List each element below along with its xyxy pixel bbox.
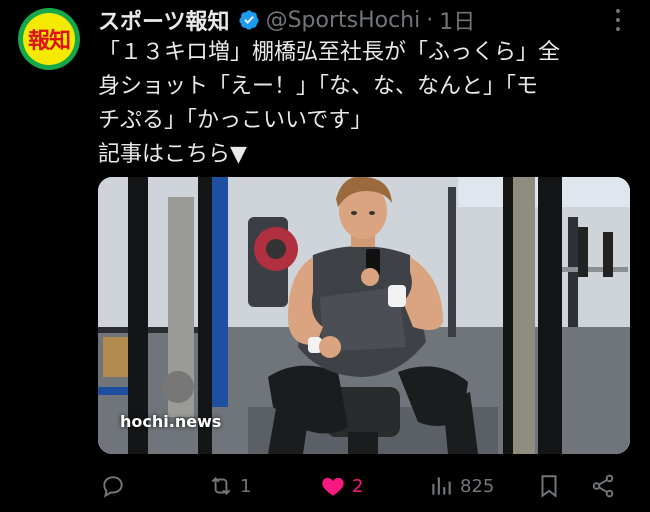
tweet-text: 「１３キロ増」棚橋弘至社長が「ふっくら」全 身ショット「えー！」「な、な、なんと… bbox=[98, 36, 638, 172]
tweet-text-line[interactable]: 記事はこちら▼ bbox=[98, 138, 638, 172]
heart-icon bbox=[322, 477, 344, 496]
author-handle[interactable]: @SportsHochi bbox=[266, 8, 421, 33]
share-button[interactable] bbox=[590, 466, 616, 506]
avatar-logo: 報知 bbox=[23, 13, 75, 65]
retweet-count: 1 bbox=[240, 475, 252, 497]
bookmark-icon bbox=[541, 475, 557, 498]
retweet-button[interactable]: 1 bbox=[208, 466, 251, 506]
media-watermark: hochi.news bbox=[120, 412, 222, 431]
separator-dot: · bbox=[426, 7, 434, 33]
tweet-text-line: 「１３キロ増」棚橋弘至社長が「ふっくら」全 bbox=[98, 40, 561, 65]
views-count: 825 bbox=[460, 475, 495, 497]
views-button[interactable]: 825 bbox=[428, 466, 494, 506]
tweet-text-line: チぷる」「かっこいいです」 bbox=[98, 108, 373, 133]
like-button[interactable]: 2 bbox=[320, 466, 363, 506]
tweet-actions: 1 2 825 bbox=[100, 466, 620, 506]
author-name[interactable]: スポーツ報知 bbox=[98, 4, 230, 36]
share-icon bbox=[592, 474, 614, 498]
avatar[interactable]: 報知 bbox=[18, 8, 80, 70]
reply-button[interactable] bbox=[100, 466, 132, 506]
views-chart-icon bbox=[432, 477, 451, 495]
bookmark-button[interactable] bbox=[536, 466, 562, 506]
verified-badge-icon bbox=[238, 10, 259, 30]
post-time[interactable]: 1日 bbox=[439, 4, 475, 36]
like-count: 2 bbox=[352, 475, 364, 497]
tweet-text-line: 身ショット「えー！」「な、な、なんと」「モ bbox=[98, 74, 539, 99]
more-options-icon[interactable] bbox=[606, 6, 630, 34]
retweet-icon bbox=[211, 477, 231, 495]
tweet-header: スポーツ報知 @SportsHochi · 1日 bbox=[98, 4, 630, 36]
reply-icon bbox=[103, 476, 123, 498]
